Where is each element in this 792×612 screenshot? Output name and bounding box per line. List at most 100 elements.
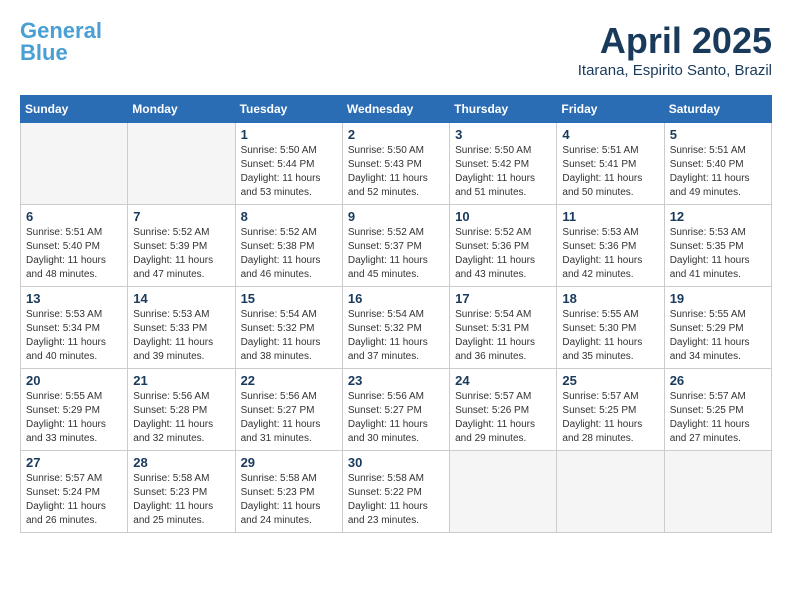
calendar-cell: 30Sunrise: 5:58 AM Sunset: 5:22 PM Dayli…	[342, 451, 449, 533]
day-info: Sunrise: 5:56 AM Sunset: 5:27 PM Dayligh…	[241, 390, 337, 446]
weekday-header: Wednesday	[342, 96, 449, 123]
day-info: Sunrise: 5:58 AM Sunset: 5:23 PM Dayligh…	[133, 472, 229, 528]
calendar-cell: 10 Sunrise: 5:52 AM Sunset: 5:36 PM Dayli…	[450, 205, 557, 287]
day-info: Sunrise: 5:57 AM Sunset: 5:25 PM Dayligh…	[562, 390, 658, 446]
calendar-week-row: 1Sunrise: 5:50 AM Sunset: 5:44 PM Daylig…	[21, 123, 772, 205]
weekday-header: Sunday	[21, 96, 128, 123]
day-info: Sunrise: 5:53 AM Sunset: 5:34 PM Dayligh…	[26, 308, 122, 364]
day-info: Sunrise: 5:53 AM Sunset: 5:36 PM Dayligh…	[562, 226, 658, 282]
day-number: 22	[241, 373, 337, 388]
day-info: Sunrise: 5:57 AM Sunset: 5:25 PM Dayligh…	[670, 390, 766, 446]
logo-blue: Blue	[20, 40, 68, 65]
day-info: Sunrise: 5:52 AM Sunset: 5:38 PM Dayligh…	[241, 226, 337, 282]
calendar-cell: 14 Sunrise: 5:53 AM Sunset: 5:33 PM Dayli…	[128, 287, 235, 369]
day-info: Sunrise: 5:54 AM Sunset: 5:32 PM Dayligh…	[241, 308, 337, 364]
calendar-cell: 11Sunrise: 5:53 AM Sunset: 5:36 PM Dayli…	[557, 205, 664, 287]
day-info: Sunrise: 5:51 AM Sunset: 5:41 PM Dayligh…	[562, 144, 658, 200]
day-number: 28	[133, 455, 229, 470]
calendar-cell: 20Sunrise: 5:55 AM Sunset: 5:29 PM Dayli…	[21, 369, 128, 451]
calendar-cell: 1Sunrise: 5:50 AM Sunset: 5:44 PM Daylig…	[235, 123, 342, 205]
day-number: 3	[455, 127, 551, 142]
day-number: 26	[670, 373, 766, 388]
calendar-cell: 16 Sunrise: 5:54 AM Sunset: 5:32 PM Dayli…	[342, 287, 449, 369]
day-info: Sunrise: 5:51 AM Sunset: 5:40 PM Dayligh…	[26, 226, 122, 282]
calendar-cell: 24 Sunrise: 5:57 AM Sunset: 5:26 PM Dayli…	[450, 369, 557, 451]
day-info: Sunrise: 5:50 AM Sunset: 5:43 PM Dayligh…	[348, 144, 444, 200]
calendar-cell: 23Sunrise: 5:56 AM Sunset: 5:27 PM Dayli…	[342, 369, 449, 451]
day-info: Sunrise: 5:57 AM Sunset: 5:24 PM Dayligh…	[26, 472, 122, 528]
calendar-cell: 5Sunrise: 5:51 AM Sunset: 5:40 PM Daylig…	[664, 123, 771, 205]
day-number: 25	[562, 373, 658, 388]
day-info: Sunrise: 5:50 AM Sunset: 5:42 PM Dayligh…	[455, 144, 551, 200]
calendar-cell	[128, 123, 235, 205]
calendar-cell: 3 Sunrise: 5:50 AM Sunset: 5:42 PM Daylig…	[450, 123, 557, 205]
day-number: 17	[455, 291, 551, 306]
day-info: Sunrise: 5:57 AM Sunset: 5:26 PM Dayligh…	[455, 390, 551, 446]
day-number: 10	[455, 209, 551, 224]
calendar-cell: 8 Sunrise: 5:52 AM Sunset: 5:38 PM Daylig…	[235, 205, 342, 287]
weekday-header: Monday	[128, 96, 235, 123]
day-number: 15	[241, 291, 337, 306]
calendar-cell: 4 Sunrise: 5:51 AM Sunset: 5:41 PM Daylig…	[557, 123, 664, 205]
calendar-cell: 18 Sunrise: 5:55 AM Sunset: 5:30 PM Dayli…	[557, 287, 664, 369]
day-number: 29	[241, 455, 337, 470]
month-title: April 2025	[578, 20, 772, 62]
location: Itarana, Espirito Santo, Brazil	[578, 62, 772, 79]
calendar-cell	[557, 451, 664, 533]
day-number: 24	[455, 373, 551, 388]
calendar-cell: 12 Sunrise: 5:53 AM Sunset: 5:35 PM Dayli…	[664, 205, 771, 287]
calendar-cell: 15 Sunrise: 5:54 AM Sunset: 5:32 PM Dayli…	[235, 287, 342, 369]
day-info: Sunrise: 5:54 AM Sunset: 5:31 PM Dayligh…	[455, 308, 551, 364]
day-info: Sunrise: 5:52 AM Sunset: 5:36 PM Dayligh…	[455, 226, 551, 282]
calendar-cell: 26 Sunrise: 5:57 AM Sunset: 5:25 PM Dayli…	[664, 369, 771, 451]
day-number: 13	[26, 291, 122, 306]
day-number: 4	[562, 127, 658, 142]
day-info: Sunrise: 5:53 AM Sunset: 5:35 PM Dayligh…	[670, 226, 766, 282]
weekday-header: Friday	[557, 96, 664, 123]
calendar-table: SundayMondayTuesdayWednesdayThursdayFrid…	[20, 95, 772, 533]
page-header: General Blue April 2025 Itarana, Espirit…	[20, 20, 772, 79]
day-number: 8	[241, 209, 337, 224]
calendar-cell: 27 Sunrise: 5:57 AM Sunset: 5:24 PM Dayli…	[21, 451, 128, 533]
day-number: 23	[348, 373, 444, 388]
day-info: Sunrise: 5:53 AM Sunset: 5:33 PM Dayligh…	[133, 308, 229, 364]
calendar-cell: 6 Sunrise: 5:51 AM Sunset: 5:40 PM Daylig…	[21, 205, 128, 287]
day-number: 27	[26, 455, 122, 470]
day-info: Sunrise: 5:58 AM Sunset: 5:22 PM Dayligh…	[348, 472, 444, 528]
day-number: 9	[348, 209, 444, 224]
calendar-cell	[21, 123, 128, 205]
calendar-cell	[664, 451, 771, 533]
weekday-header: Saturday	[664, 96, 771, 123]
title-block: April 2025 Itarana, Espirito Santo, Braz…	[578, 20, 772, 79]
calendar-week-row: 27 Sunrise: 5:57 AM Sunset: 5:24 PM Dayli…	[21, 451, 772, 533]
calendar-cell: 13 Sunrise: 5:53 AM Sunset: 5:34 PM Dayli…	[21, 287, 128, 369]
day-number: 6	[26, 209, 122, 224]
day-info: Sunrise: 5:52 AM Sunset: 5:37 PM Dayligh…	[348, 226, 444, 282]
day-number: 14	[133, 291, 229, 306]
day-number: 20	[26, 373, 122, 388]
day-info: Sunrise: 5:58 AM Sunset: 5:23 PM Dayligh…	[241, 472, 337, 528]
calendar-cell: 2Sunrise: 5:50 AM Sunset: 5:43 PM Daylig…	[342, 123, 449, 205]
day-number: 5	[670, 127, 766, 142]
day-number: 19	[670, 291, 766, 306]
calendar-cell: 19Sunrise: 5:55 AM Sunset: 5:29 PM Dayli…	[664, 287, 771, 369]
day-info: Sunrise: 5:54 AM Sunset: 5:32 PM Dayligh…	[348, 308, 444, 364]
day-number: 12	[670, 209, 766, 224]
day-number: 21	[133, 373, 229, 388]
weekday-header: Thursday	[450, 96, 557, 123]
calendar-cell: 22 Sunrise: 5:56 AM Sunset: 5:27 PM Dayli…	[235, 369, 342, 451]
calendar-week-row: 20Sunrise: 5:55 AM Sunset: 5:29 PM Dayli…	[21, 369, 772, 451]
day-info: Sunrise: 5:55 AM Sunset: 5:30 PM Dayligh…	[562, 308, 658, 364]
logo: General Blue	[20, 20, 102, 64]
calendar-cell: 21Sunrise: 5:56 AM Sunset: 5:28 PM Dayli…	[128, 369, 235, 451]
day-info: Sunrise: 5:52 AM Sunset: 5:39 PM Dayligh…	[133, 226, 229, 282]
day-number: 16	[348, 291, 444, 306]
calendar-cell: 28 Sunrise: 5:58 AM Sunset: 5:23 PM Dayli…	[128, 451, 235, 533]
logo-name: General Blue	[20, 20, 102, 64]
header-row: SundayMondayTuesdayWednesdayThursdayFrid…	[21, 96, 772, 123]
day-number: 18	[562, 291, 658, 306]
weekday-header: Tuesday	[235, 96, 342, 123]
calendar-cell: 29 Sunrise: 5:58 AM Sunset: 5:23 PM Dayli…	[235, 451, 342, 533]
day-number: 7	[133, 209, 229, 224]
day-info: Sunrise: 5:50 AM Sunset: 5:44 PM Dayligh…	[241, 144, 337, 200]
